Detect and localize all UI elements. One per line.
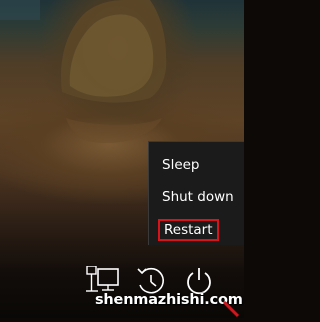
power-options-menu: Sleep Shut down Restart <box>148 141 244 245</box>
watermark-text: shenmazhishi.com <box>95 292 243 308</box>
red-arrow-pointer-icon <box>222 300 242 318</box>
restart-menu-item[interactable]: Restart <box>158 219 219 241</box>
sleep-menu-item[interactable]: Sleep <box>162 157 200 173</box>
shut-down-menu-item[interactable]: Shut down <box>162 189 234 205</box>
